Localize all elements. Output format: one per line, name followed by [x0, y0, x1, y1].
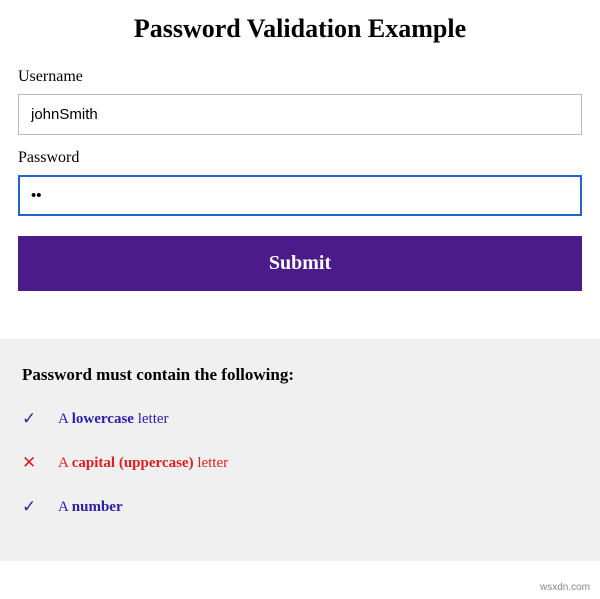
username-label: Username [18, 68, 582, 86]
password-input[interactable] [18, 175, 582, 216]
check-icon: ✓ [22, 497, 58, 517]
requirement-lowercase: ✓ A lowercase letter [22, 409, 578, 429]
requirement-text: A number [58, 499, 123, 516]
requirements-title: Password must contain the following: [22, 365, 578, 385]
requirement-number: ✓ A number [22, 497, 578, 517]
page-title: Password Validation Example [18, 14, 582, 44]
watermark: wsxdn.com [540, 582, 590, 593]
requirement-uppercase: ✕ A capital (uppercase) letter [22, 453, 578, 473]
submit-button[interactable]: Submit [18, 236, 582, 291]
cross-icon: ✕ [22, 453, 58, 473]
requirements-panel: Password must contain the following: ✓ A… [0, 339, 600, 561]
requirement-text: A capital (uppercase) letter [58, 455, 228, 472]
requirement-text: A lowercase letter [58, 411, 169, 428]
password-label: Password [18, 149, 582, 167]
check-icon: ✓ [22, 409, 58, 429]
username-input[interactable] [18, 94, 582, 135]
